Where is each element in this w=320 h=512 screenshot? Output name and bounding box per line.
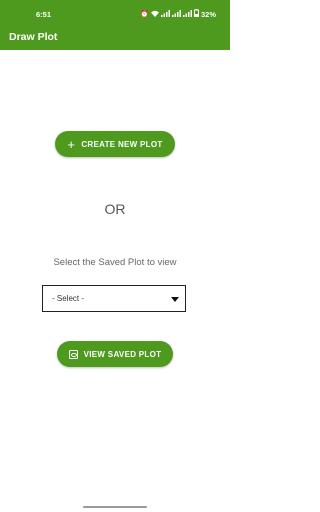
page-title: Draw Plot xyxy=(9,31,58,43)
signal-icon xyxy=(160,9,170,20)
view-saved-plot-button[interactable]: VIEW SAVED PLOT xyxy=(57,341,173,367)
status-bar: 6:51 ⏰ 32% xyxy=(0,0,230,28)
signal-icon-3 xyxy=(182,9,192,20)
status-time: 6:51 xyxy=(36,10,52,19)
navigation-handle[interactable] xyxy=(83,506,147,508)
wifi-icon xyxy=(150,10,159,20)
view-icon xyxy=(68,349,78,359)
plus-icon: + xyxy=(67,136,76,152)
signal-icon-2 xyxy=(171,9,181,20)
view-saved-plot-label: VIEW SAVED PLOT xyxy=(83,349,162,359)
battery-icon xyxy=(193,9,199,20)
create-new-plot-label: CREATE NEW PLOT xyxy=(81,139,163,149)
or-divider-text: OR xyxy=(104,201,126,217)
alarm-icon: ⏰ xyxy=(140,11,149,18)
app-bar: Draw Plot xyxy=(0,28,230,50)
saved-plot-select[interactable]: - Select - xyxy=(42,285,186,312)
saved-plot-select-value: - Select - xyxy=(52,294,85,303)
select-saved-plot-prompt: Select the Saved Plot to view xyxy=(53,257,177,268)
dropdown-arrow-icon xyxy=(171,297,179,302)
create-new-plot-button[interactable]: + CREATE NEW PLOT xyxy=(55,131,175,157)
battery-percent: 32% xyxy=(200,10,216,19)
status-icons: ⏰ 32% xyxy=(140,9,216,20)
